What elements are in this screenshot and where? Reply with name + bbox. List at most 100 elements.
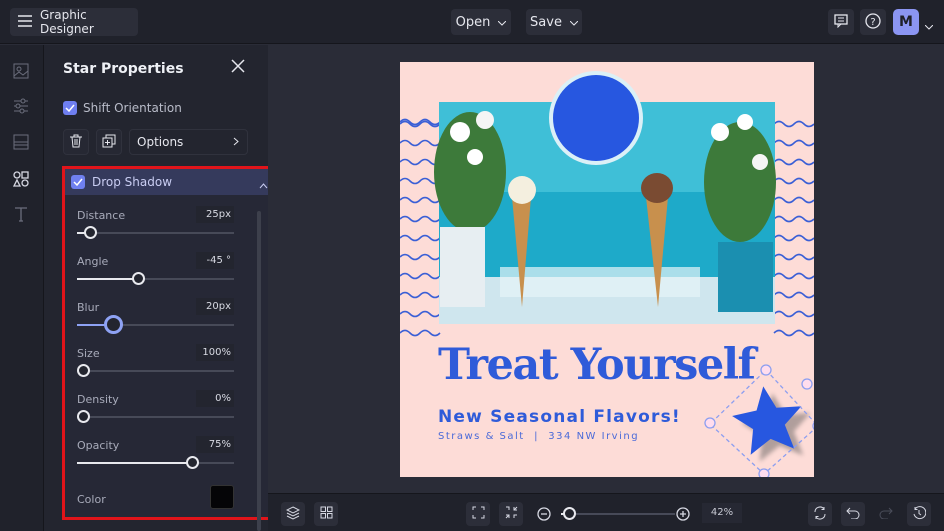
slider-value-input[interactable]: 100% [196,344,234,361]
panel-scrollbar[interactable] [257,211,261,531]
app-menu-button[interactable]: Graphic Designer [10,8,138,36]
slider-track[interactable] [77,226,234,239]
grid-button[interactable] [314,502,338,526]
zoom-slider[interactable] [561,507,675,520]
slider-fill [77,278,139,280]
top-bar: Graphic Designer Open Save ? M [0,0,944,44]
slider-thumb[interactable] [83,226,97,239]
slider-track[interactable] [77,315,234,334]
zoom-slider-thumb[interactable] [562,507,576,520]
zoom-out-icon[interactable] [537,507,551,524]
slider-track[interactable] [77,272,234,285]
panel-title: Star Properties [63,61,184,77]
bottom-bar: 42% [268,493,944,531]
tagline[interactable]: Straws & Salt | 334 NW Irving [438,431,639,442]
wave-line [773,310,814,318]
checkbox-checked-icon [63,101,77,115]
slider-thumb[interactable] [77,364,91,377]
options-button[interactable]: Options [129,129,248,155]
slider-thumb[interactable] [77,410,91,423]
design-artboard[interactable]: Treat Yourself New Seasonal Flavors! Str… [400,62,814,477]
redo-button[interactable] [874,502,898,526]
wave-line [400,196,441,204]
chevron-right-icon [233,135,239,149]
slider-label: Blur [77,301,100,314]
slider-track[interactable] [77,456,234,469]
slider-fill [77,462,192,464]
shapes-tool-icon[interactable] [10,168,32,190]
wave-line [400,291,441,299]
layers-icon [285,505,301,523]
chevron-up-icon[interactable] [259,178,268,192]
drop-shadow-section: Drop Shadow Distance 25px Angle -45 ° Bl… [62,166,279,520]
zoom-in-icon[interactable] [676,507,690,524]
trash-icon [70,134,82,151]
wave-line [400,253,441,261]
rotate-icon [813,506,827,523]
undo-button[interactable] [841,502,865,526]
slider-thumb[interactable] [132,272,146,285]
headline[interactable]: Treat Yourself [438,340,756,390]
slider-track[interactable] [77,410,234,423]
slider-value-input[interactable]: 25px [196,206,234,223]
subheadline[interactable]: New Seasonal Flavors! [438,407,681,427]
zoom-value[interactable]: 42% [702,503,742,523]
slider-thumb[interactable] [104,315,124,334]
open-label: Open [455,14,491,30]
shrink-button[interactable] [499,502,523,526]
slider-track[interactable] [77,364,234,377]
blue-circle [553,75,639,161]
text-tool-icon[interactable] [10,203,32,225]
fit-screen-button[interactable] [466,502,490,526]
svg-text:?: ? [870,17,875,28]
slider-thumb[interactable] [185,456,199,469]
comments-button[interactable] [828,9,854,35]
redo-icon [879,507,893,522]
comment-icon [834,13,848,31]
drop-shadow-header[interactable]: Drop Shadow [65,169,276,195]
wave-line [400,310,441,318]
close-icon[interactable] [231,59,245,76]
collapse-icon [505,506,518,522]
wave-line [773,158,814,166]
duplicate-icon [102,134,116,151]
star-properties-panel: Star Properties Shift Orientation Option… [44,45,279,531]
wave-line [773,215,814,223]
wave-line [773,234,814,242]
undo-icon [846,507,860,522]
chevron-down-icon[interactable] [924,19,934,33]
wave-line [773,253,814,261]
history-button[interactable] [907,502,931,526]
help-button[interactable]: ? [860,9,886,35]
shift-orientation-checkbox[interactable]: Shift Orientation [63,101,182,115]
drop-shadow-checkbox[interactable] [71,175,85,189]
color-swatch[interactable] [210,485,234,509]
options-label: Options [137,135,184,149]
slider-label: Size [77,347,100,360]
help-icon: ? [865,12,881,32]
wave-line [400,272,441,280]
slider-value-input[interactable]: 0% [196,390,234,407]
slider-value-input[interactable]: 75% [196,436,234,453]
slider-value-input[interactable]: -45 ° [196,252,234,269]
layers-button[interactable] [281,502,305,526]
duplicate-button[interactable] [96,129,122,155]
open-button[interactable]: Open [451,9,511,35]
shift-orientation-label: Shift Orientation [83,101,182,115]
adjust-tool-icon[interactable] [10,95,32,117]
app-title: Graphic Designer [40,8,94,36]
wave-line [400,139,441,147]
layout-tool-icon[interactable] [10,131,32,153]
delete-button[interactable] [63,129,89,155]
wave-line [773,329,814,337]
image-tool-icon[interactable] [10,60,32,82]
slider-value-input[interactable]: 20px [196,298,234,315]
save-button[interactable]: Save [526,9,582,35]
avatar[interactable]: M [893,9,919,35]
wave-line [773,177,814,185]
chevron-down-icon [498,15,507,30]
slider-label: Distance [77,209,126,222]
wave-line [773,291,814,299]
drop-shadow-label: Drop Shadow [92,175,173,189]
flip-button[interactable] [808,502,832,526]
